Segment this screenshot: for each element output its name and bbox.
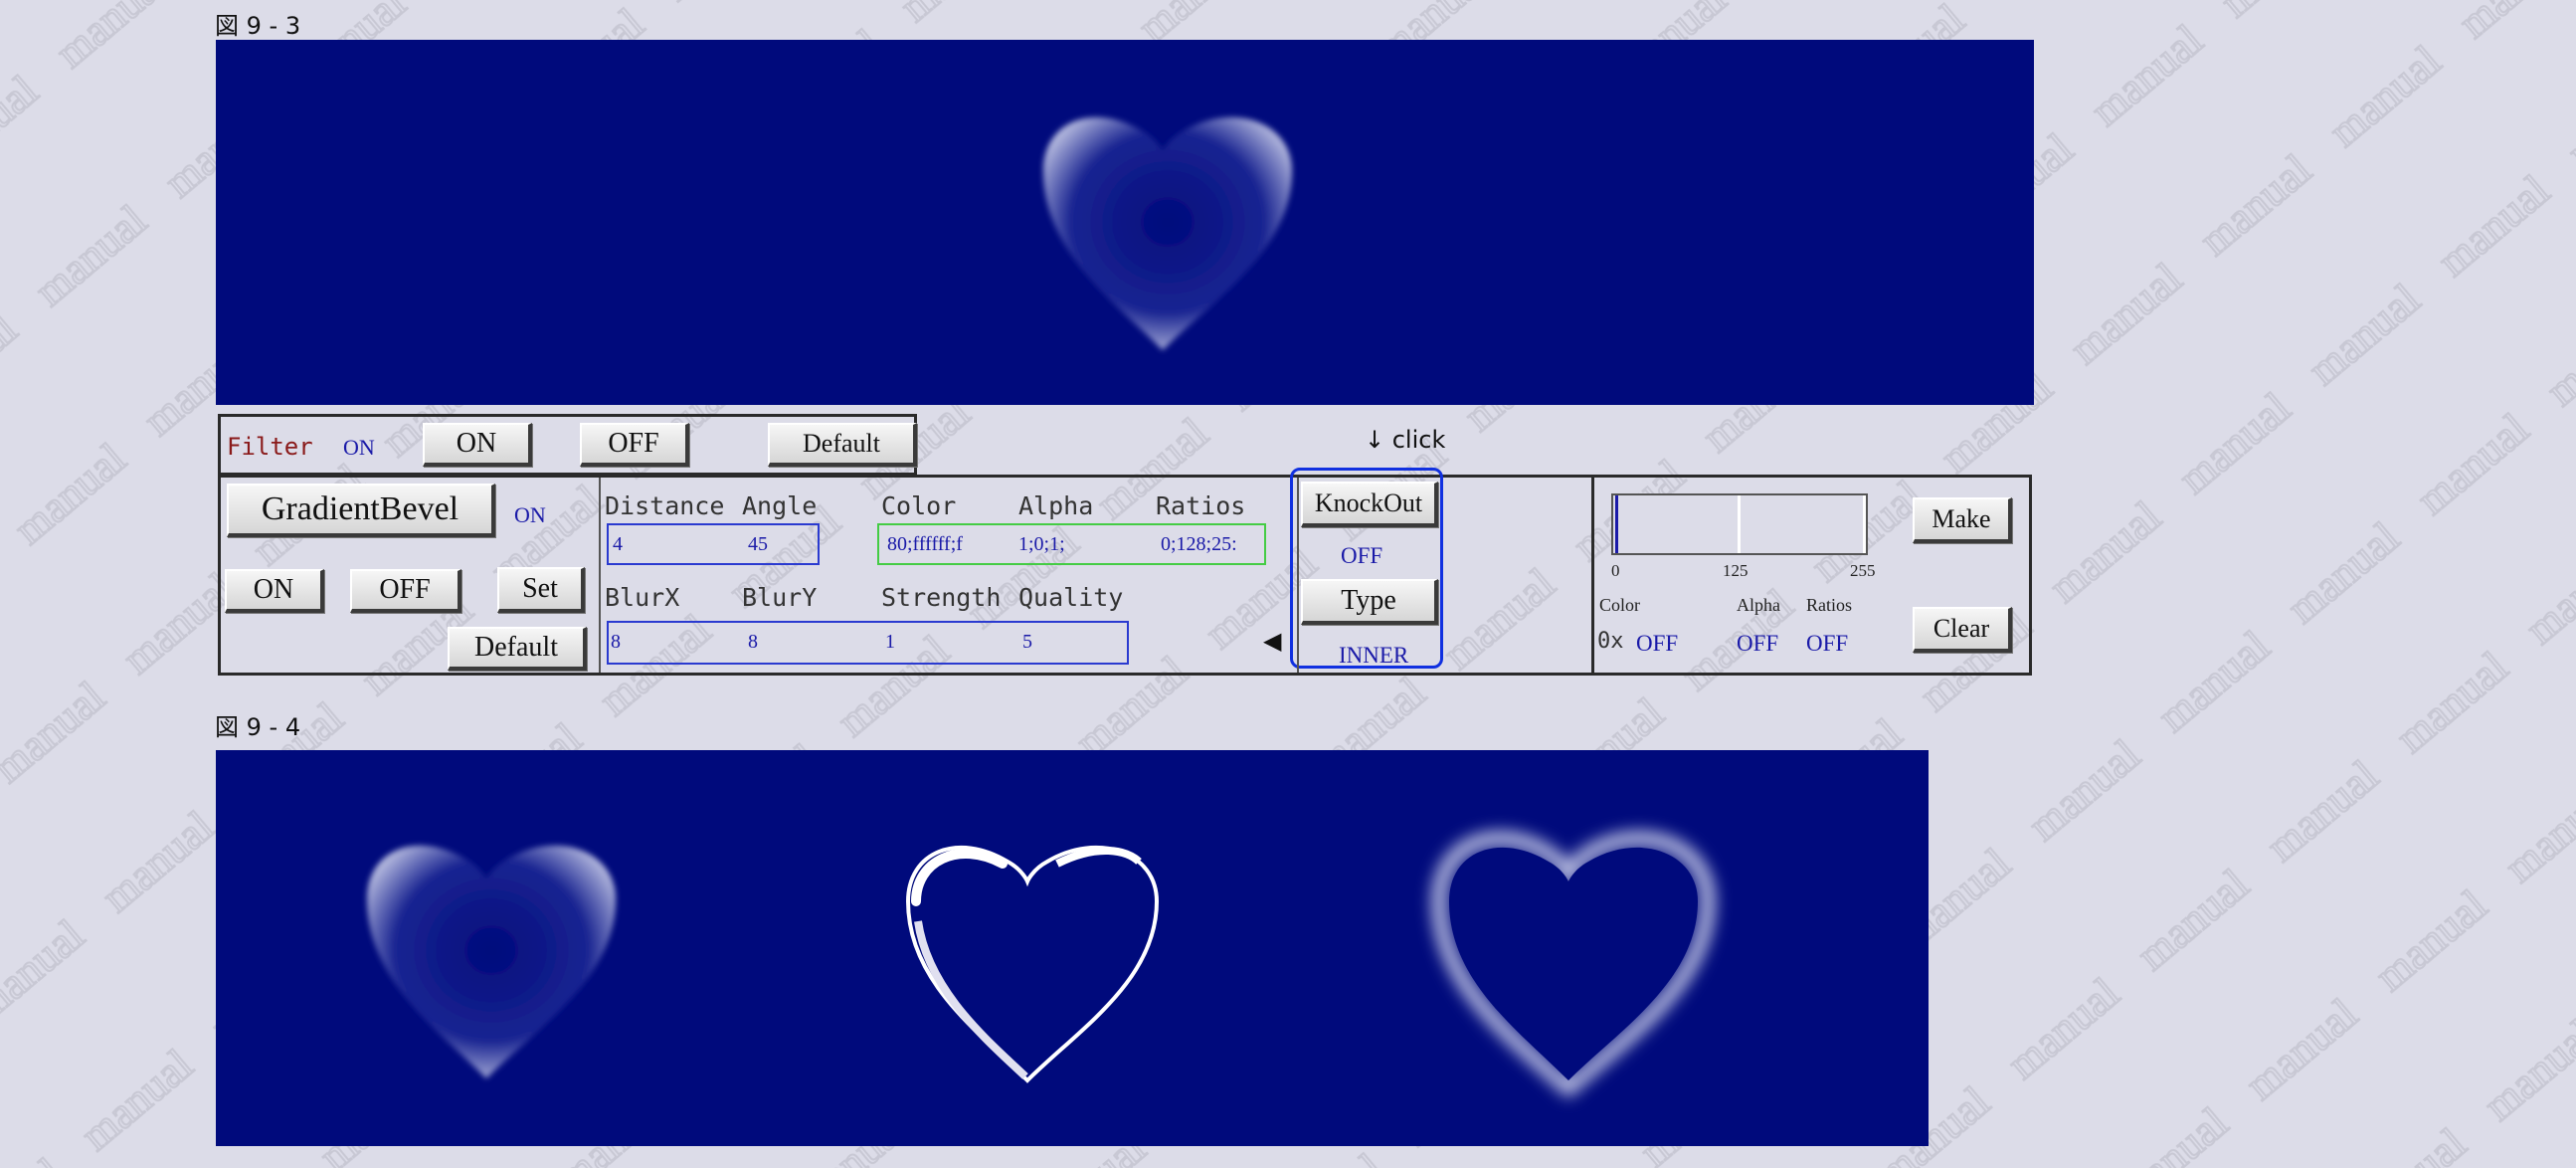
alpha-label: Alpha xyxy=(1018,491,1094,520)
quality-value[interactable]: 5 xyxy=(1022,631,1032,654)
quality-label: Quality xyxy=(1018,583,1124,612)
bevel-default-button[interactable]: Default xyxy=(448,627,587,671)
clear-button[interactable]: Clear xyxy=(1913,607,2012,653)
color-value[interactable]: 80;ffffff;f xyxy=(887,533,977,556)
blury-value[interactable]: 8 xyxy=(748,631,758,654)
bevel-on-button[interactable]: ON xyxy=(225,569,324,613)
ratios-value[interactable]: 0;128;25: xyxy=(1161,533,1264,556)
divider xyxy=(1591,478,1594,673)
blur-strength-quality-field[interactable]: 8 8 1 5 xyxy=(607,621,1129,665)
editor-alpha-value[interactable]: OFF xyxy=(1737,631,1778,657)
color-prefix: 0x xyxy=(1597,629,1624,654)
bevel-set-button[interactable]: Set xyxy=(497,567,585,613)
type-value: INNER xyxy=(1339,643,1409,668)
editor-ratios-label: Ratios xyxy=(1806,595,1853,615)
filter-on-button[interactable]: ON xyxy=(423,423,532,467)
divider xyxy=(1297,478,1299,673)
heart-knockout xyxy=(905,845,1160,1083)
gradient-ratio-track[interactable] xyxy=(1611,493,1868,555)
blurx-label: BlurX xyxy=(605,583,680,612)
blury-label: BlurY xyxy=(742,583,818,612)
editor-color-value[interactable]: OFF xyxy=(1636,631,1678,657)
distance-label: Distance xyxy=(605,491,725,520)
make-button[interactable]: Make xyxy=(1913,497,2012,543)
heart-outer-bevel xyxy=(1431,832,1716,1098)
ratios-label: Ratios xyxy=(1156,491,1246,520)
tick-125: 125 xyxy=(1723,561,1748,580)
tick-255: 255 xyxy=(1850,561,1876,580)
ratio-handle-0[interactable] xyxy=(1615,495,1618,553)
angle-label: Angle xyxy=(742,491,818,520)
color-alpha-ratios-field[interactable]: 80;ffffff;f 1;0;1; 0;128;25: xyxy=(877,523,1266,565)
filter-off-button[interactable]: OFF xyxy=(580,423,689,467)
strength-value[interactable]: 1 xyxy=(885,631,895,654)
stage-comparison xyxy=(216,750,1929,1146)
bevel-off-button[interactable]: OFF xyxy=(350,569,461,613)
filter-status: ON xyxy=(343,435,375,460)
bevel-status: ON xyxy=(514,502,546,527)
editor-color-label: Color xyxy=(1599,595,1641,615)
distance-angle-field[interactable]: 4 45 xyxy=(607,523,820,565)
figure-label-9-3: 図 9 - 3 xyxy=(215,12,301,40)
distance-value[interactable]: 4 xyxy=(613,533,623,556)
gradient-bevel-button[interactable]: GradientBevel xyxy=(227,484,495,537)
gradient-bevel-panel: GradientBevel ON ON OFF Set Default Dist… xyxy=(218,468,2032,676)
click-annotation: ↓ click xyxy=(1365,426,1446,454)
ratio-handle-255[interactable] xyxy=(1863,495,1866,553)
alpha-value[interactable]: 1;0;1; xyxy=(1018,533,1128,556)
filter-default-button[interactable]: Default xyxy=(768,423,917,467)
ratio-handle-125[interactable] xyxy=(1738,495,1741,553)
angle-value[interactable]: 45 xyxy=(748,533,768,556)
color-label: Color xyxy=(881,491,957,520)
heart-inner-bevel xyxy=(367,845,616,1078)
filter-panel: Filter ON ON OFF Default xyxy=(218,414,917,476)
stage-preview xyxy=(216,40,2034,405)
divider xyxy=(599,478,601,673)
knockout-value: OFF xyxy=(1341,543,1383,568)
tick-0: 0 xyxy=(1611,561,1620,580)
heart-bevel-inner xyxy=(1043,116,1292,350)
knockout-button[interactable]: KnockOut xyxy=(1301,482,1438,527)
strength-label: Strength xyxy=(881,583,1002,612)
filter-label: Filter xyxy=(227,433,313,461)
blurx-value[interactable]: 8 xyxy=(611,631,621,654)
figure-label-9-4: 図 9 - 4 xyxy=(215,713,301,741)
editor-alpha-label: Alpha xyxy=(1737,595,1780,615)
pointer-arrow: ◀ xyxy=(1263,629,1282,655)
type-button[interactable]: Type xyxy=(1301,579,1438,625)
editor-ratios-value[interactable]: OFF xyxy=(1806,631,1848,657)
